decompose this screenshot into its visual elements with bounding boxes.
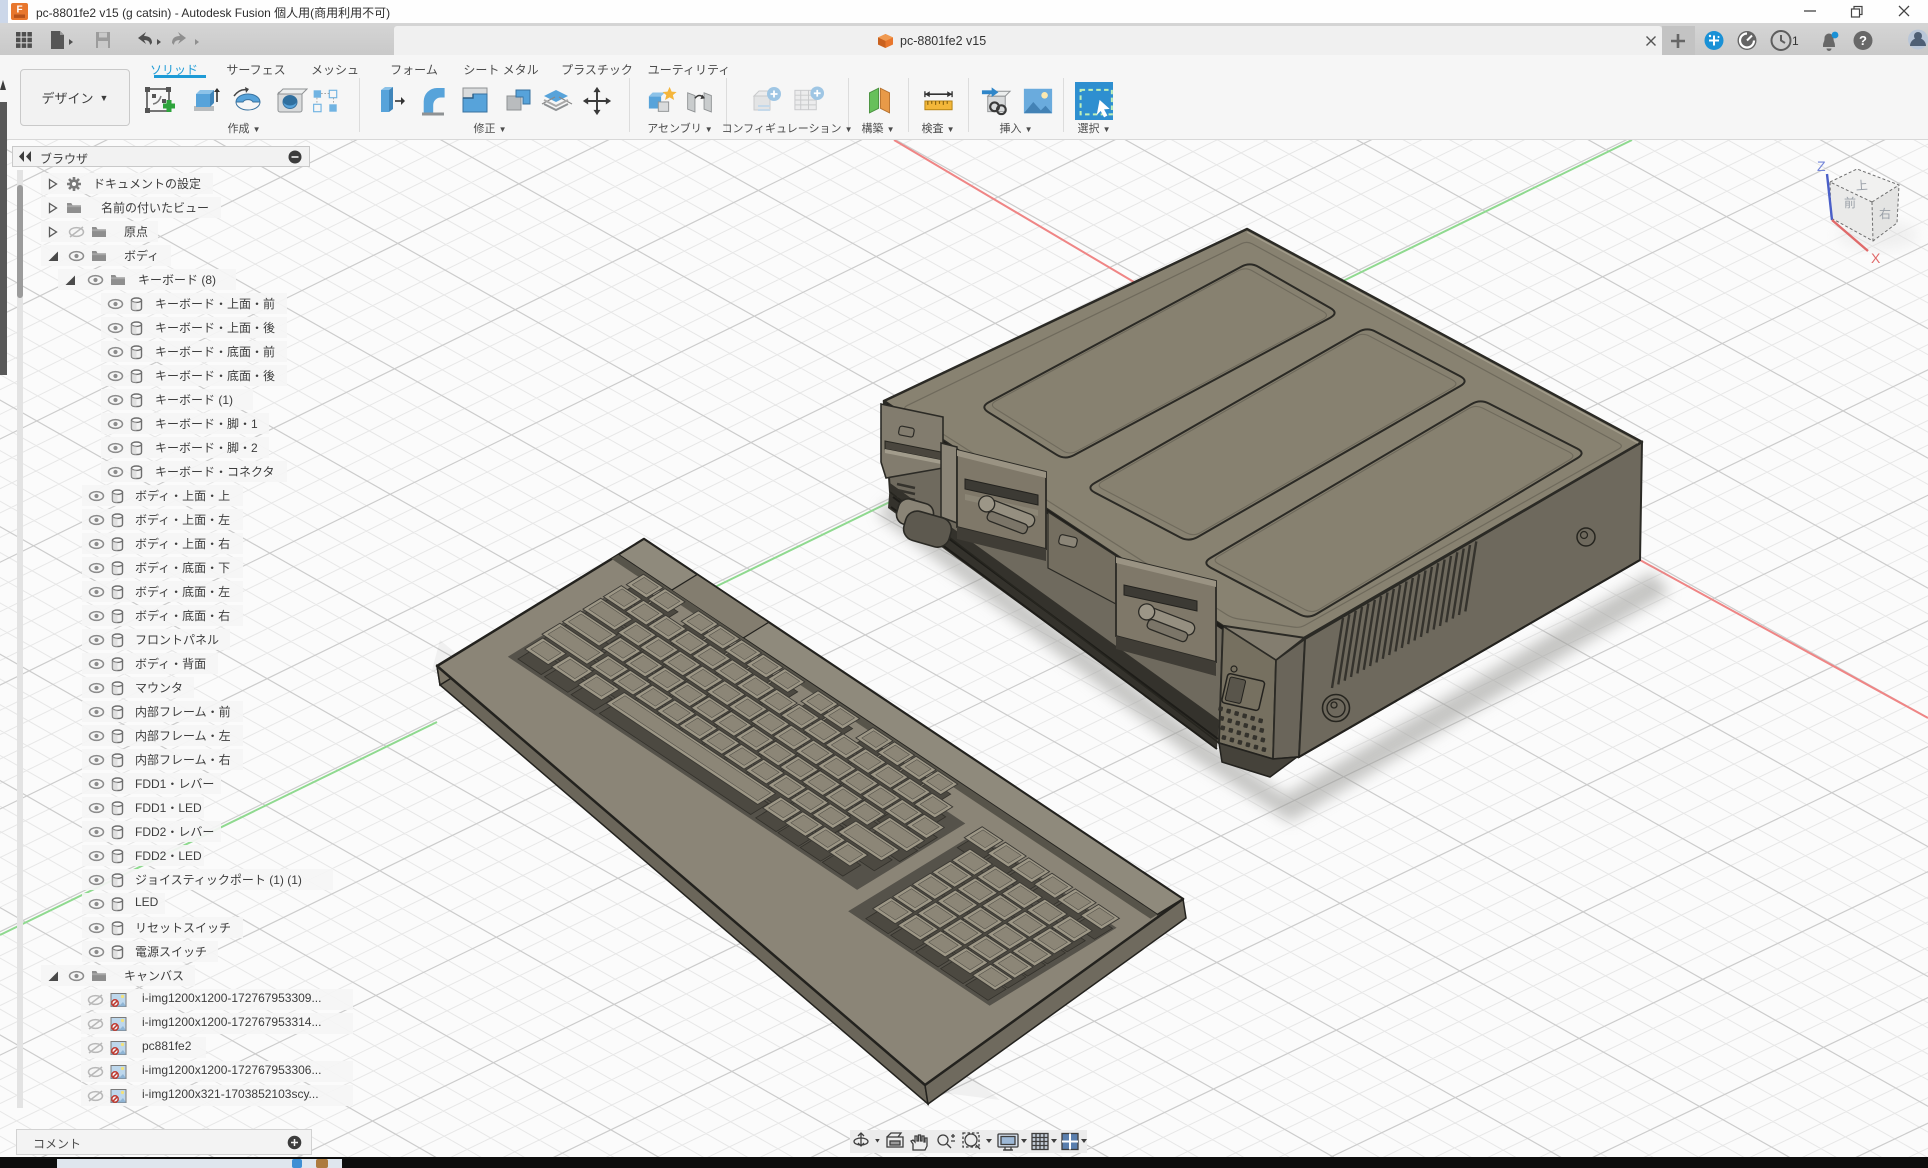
svg-text:F: F <box>16 5 22 16</box>
svg-text:X: X <box>1871 250 1881 266</box>
svg-text:Z: Z <box>1817 158 1826 174</box>
svg-text:?: ? <box>1859 33 1867 48</box>
svg-text:右: 右 <box>1879 206 1891 221</box>
svg-text:上: 上 <box>1855 178 1868 193</box>
svg-text:1: 1 <box>1792 34 1799 48</box>
svg-text:前: 前 <box>1844 195 1856 210</box>
